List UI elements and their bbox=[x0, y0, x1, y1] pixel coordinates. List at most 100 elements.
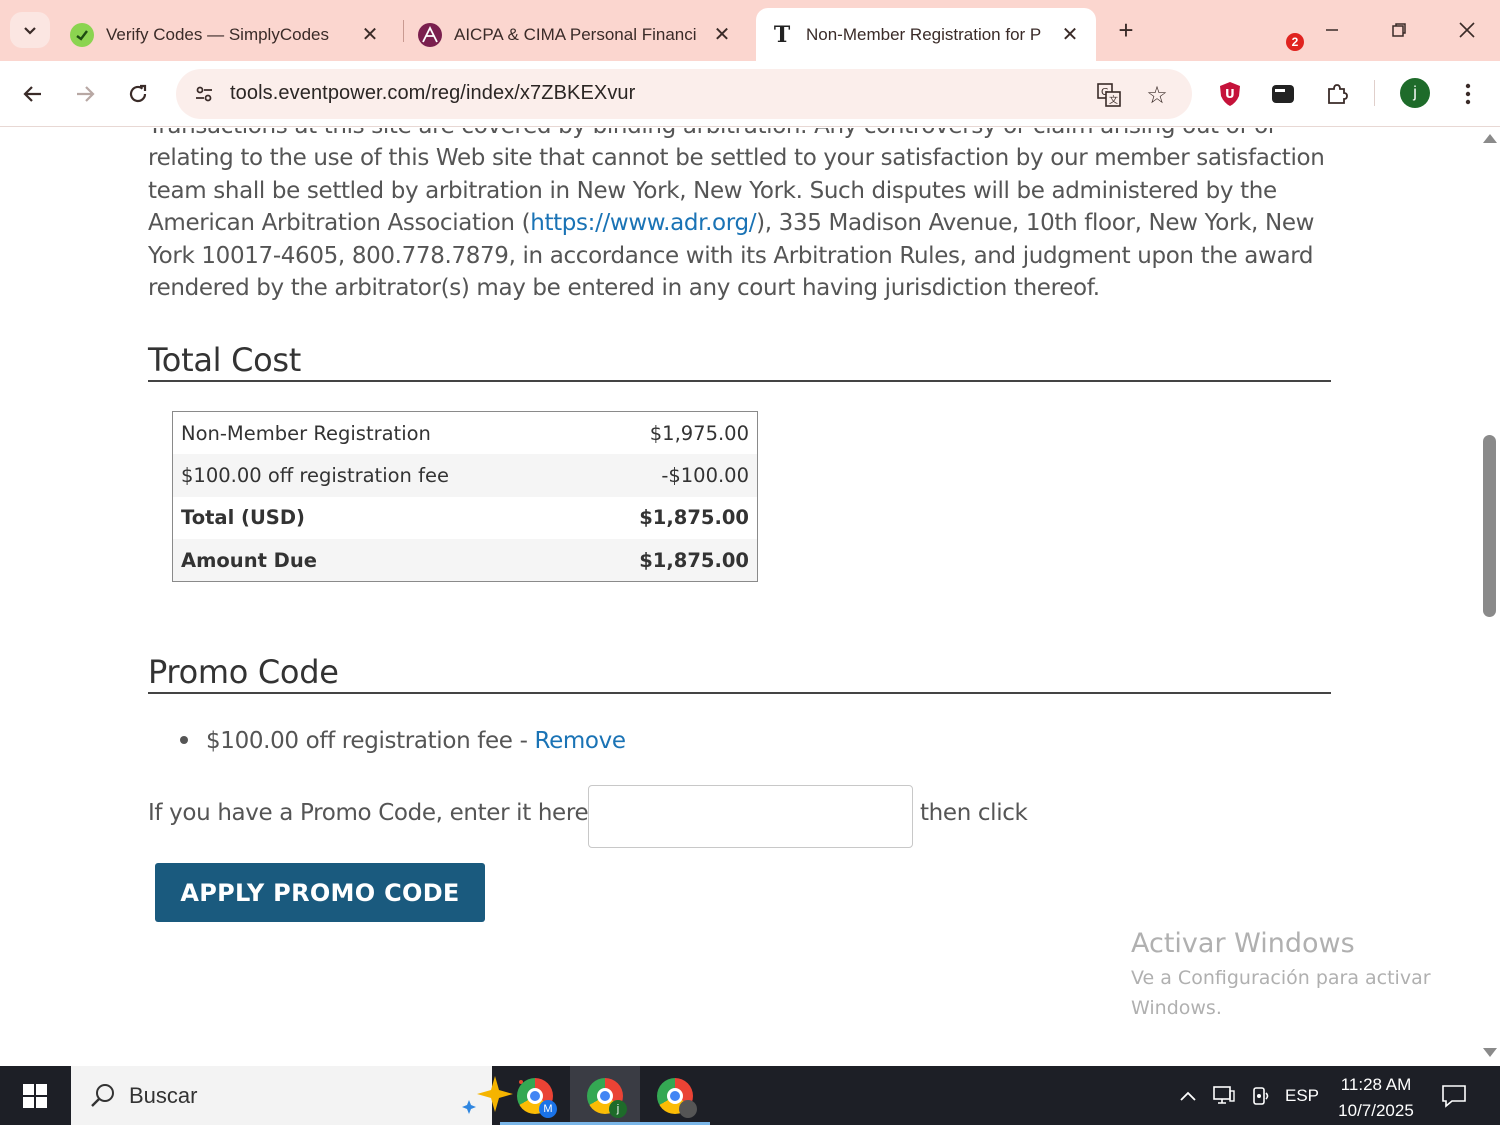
svg-text:U: U bbox=[1225, 87, 1235, 101]
tab-simplycodes[interactable]: Verify Codes — SimplyCodes ✕ bbox=[56, 8, 396, 61]
plus-icon: + bbox=[1118, 14, 1134, 45]
notification-icon bbox=[1442, 1084, 1466, 1108]
windows-taskbar: Buscar M j ESP 11:28 AM 10/7/2025 bbox=[0, 1066, 1500, 1125]
network-button[interactable] bbox=[1208, 1066, 1240, 1125]
show-hidden-icons-button[interactable] bbox=[1172, 1066, 1204, 1125]
browser-toolbar: tools.eventpower.com/reg/index/x7ZBKEXvu… bbox=[0, 61, 1500, 127]
restore-button[interactable] bbox=[1371, 10, 1427, 50]
arrow-left-icon bbox=[23, 86, 41, 102]
close-window-button[interactable] bbox=[1439, 10, 1495, 50]
tab-title: Verify Codes — SimplyCodes bbox=[106, 24, 329, 44]
reload-button[interactable] bbox=[118, 74, 158, 114]
language-indicator[interactable]: ESP bbox=[1280, 1066, 1324, 1125]
total-cost-heading: Total Cost bbox=[148, 341, 302, 379]
scroll-up-arrow-icon[interactable] bbox=[1483, 134, 1497, 143]
start-button[interactable] bbox=[0, 1066, 70, 1125]
chevron-up-icon bbox=[1180, 1091, 1196, 1101]
arrow-right-icon bbox=[77, 86, 95, 102]
applied-promo-item: $100.00 off registration fee - Remove bbox=[180, 728, 626, 754]
volume-button[interactable] bbox=[1244, 1066, 1276, 1125]
bullet-icon bbox=[180, 735, 188, 744]
taskbar-chrome-m[interactable]: M bbox=[500, 1066, 570, 1125]
shield-icon: U bbox=[1220, 82, 1240, 106]
minimize-button[interactable] bbox=[1304, 10, 1360, 50]
table-row: Non-Member Registration $1,975.00 bbox=[173, 412, 758, 455]
remove-promo-link[interactable]: Remove bbox=[534, 728, 626, 754]
section-divider bbox=[148, 380, 1331, 382]
minimize-icon bbox=[1326, 29, 1338, 31]
applied-promo-text: $100.00 off registration fee - bbox=[206, 728, 535, 754]
page-content: Transactions at this site are covered by… bbox=[0, 128, 1480, 1066]
puzzle-icon bbox=[1328, 84, 1348, 104]
scrollbar-thumb[interactable] bbox=[1483, 435, 1496, 617]
tab-search-button[interactable] bbox=[10, 12, 50, 48]
promo-code-heading: Promo Code bbox=[148, 653, 339, 691]
cost-label: Non-Member Registration bbox=[181, 421, 431, 445]
close-icon bbox=[1459, 22, 1475, 38]
bookmark-star-icon[interactable]: ☆ bbox=[1142, 80, 1172, 110]
watermark-line: Ve a Configuración para activar bbox=[1131, 967, 1431, 989]
scroll-down-arrow-icon[interactable] bbox=[1483, 1048, 1497, 1057]
taskbar-search-box[interactable]: Buscar bbox=[71, 1066, 547, 1125]
network-icon bbox=[1213, 1085, 1235, 1104]
address-bar[interactable]: tools.eventpower.com/reg/index/x7ZBKEXvu… bbox=[176, 69, 1192, 119]
tab-non-member-registration[interactable]: T Non-Member Registration for P ✕ bbox=[756, 8, 1096, 61]
reload-icon bbox=[129, 84, 147, 103]
profile-badge: M bbox=[539, 1099, 557, 1118]
taskbar-chrome-other[interactable] bbox=[640, 1066, 710, 1125]
arbitration-paragraph: Transactions at this site are covered by… bbox=[148, 128, 1333, 304]
aicpa-favicon-icon bbox=[418, 22, 442, 47]
extension-button-with-badge[interactable] bbox=[1263, 74, 1303, 114]
arbitration-text-top: Transactions at this site are covered by… bbox=[148, 128, 1277, 139]
close-icon[interactable]: ✕ bbox=[710, 23, 734, 47]
extension-badge: 2 bbox=[1286, 33, 1304, 51]
chevron-down-icon bbox=[24, 27, 36, 35]
promo-prompt: If you have a Promo Code, enter it here: bbox=[148, 800, 596, 826]
translate-icon[interactable]: G文 bbox=[1094, 80, 1124, 110]
promo-then-text: then click bbox=[920, 800, 1028, 826]
cost-label: Total (USD) bbox=[181, 506, 305, 530]
search-icon bbox=[91, 1084, 114, 1107]
chrome-icon: j bbox=[587, 1077, 627, 1118]
extension-app-icon bbox=[1272, 85, 1294, 103]
browser-menu-button[interactable] bbox=[1448, 74, 1488, 114]
notifications-button[interactable] bbox=[1434, 1066, 1474, 1125]
chrome-icon bbox=[657, 1077, 697, 1118]
close-icon[interactable]: ✕ bbox=[1058, 23, 1082, 47]
clock-time: 11:28 AM bbox=[1340, 1075, 1412, 1094]
ublock-extension-button[interactable]: U bbox=[1210, 74, 1250, 114]
eventpower-favicon-icon: T bbox=[773, 21, 791, 48]
section-divider bbox=[148, 692, 1331, 694]
site-settings-icon[interactable] bbox=[188, 78, 220, 110]
cost-label: $100.00 off registration fee bbox=[172, 454, 578, 497]
system-clock[interactable]: 11:28 AM 10/7/2025 bbox=[1333, 1072, 1419, 1124]
tab-title: Non-Member Registration for P bbox=[806, 24, 1042, 44]
extensions-button[interactable] bbox=[1317, 74, 1357, 114]
taskbar-chrome-j[interactable]: j bbox=[570, 1066, 640, 1125]
forward-button[interactable] bbox=[65, 74, 105, 114]
apply-promo-code-button[interactable]: APPLY PROMO CODE bbox=[155, 863, 485, 922]
profile-badge: j bbox=[609, 1099, 627, 1118]
chrome-icon: M bbox=[517, 1077, 557, 1118]
device-icon bbox=[1253, 1086, 1269, 1105]
cost-table: Non-Member Registration $1,975.00 $100.0… bbox=[172, 411, 758, 582]
clock-date: 10/7/2025 bbox=[1338, 1101, 1414, 1120]
table-row: $100.00 off registration fee -$100.00 bbox=[172, 454, 758, 497]
cost-amount: $1,875.00 bbox=[577, 539, 758, 582]
new-tab-button[interactable]: + bbox=[1110, 14, 1142, 46]
cost-amount: $1,875.00 bbox=[639, 506, 749, 530]
tab-strip: Verify Codes — SimplyCodes ✕ AICPA & CIM… bbox=[0, 0, 1500, 61]
windows-logo-icon bbox=[23, 1083, 47, 1108]
url-text[interactable]: tools.eventpower.com/reg/index/x7ZBKEXvu… bbox=[230, 82, 635, 105]
svg-text:文: 文 bbox=[1109, 94, 1118, 106]
profile-avatar[interactable]: j bbox=[1400, 78, 1430, 108]
cost-amount: -$100.00 bbox=[577, 454, 758, 497]
close-icon[interactable]: ✕ bbox=[358, 23, 382, 47]
back-button[interactable] bbox=[13, 74, 53, 114]
toolbar-separator bbox=[1374, 80, 1375, 106]
table-row: Total (USD) $1,875.00 bbox=[173, 497, 758, 540]
watermark-title: Activar Windows bbox=[1131, 928, 1355, 959]
tab-aicpa[interactable]: AICPA & CIMA Personal Financi ✕ bbox=[404, 8, 748, 61]
promo-code-input[interactable] bbox=[588, 785, 913, 848]
adr-link[interactable]: https://www.adr.org/ bbox=[530, 210, 756, 236]
